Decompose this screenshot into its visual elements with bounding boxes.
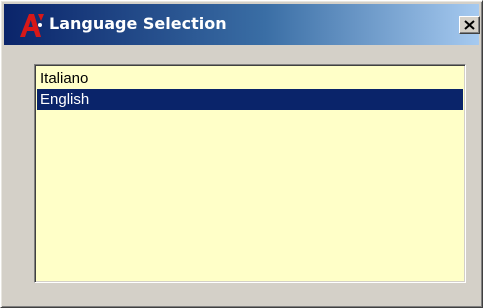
- close-button[interactable]: [459, 16, 480, 34]
- window-title: Language Selection: [49, 14, 227, 33]
- language-listbox[interactable]: Italiano English: [34, 64, 466, 283]
- title-bar[interactable]: Language Selection: [4, 4, 480, 45]
- close-icon: [464, 20, 475, 30]
- app-logo-icon: [20, 14, 44, 37]
- language-selection-dialog: Language Selection Italiano English: [0, 0, 483, 308]
- list-item-english[interactable]: English: [37, 89, 463, 110]
- list-item-italiano[interactable]: Italiano: [37, 68, 463, 89]
